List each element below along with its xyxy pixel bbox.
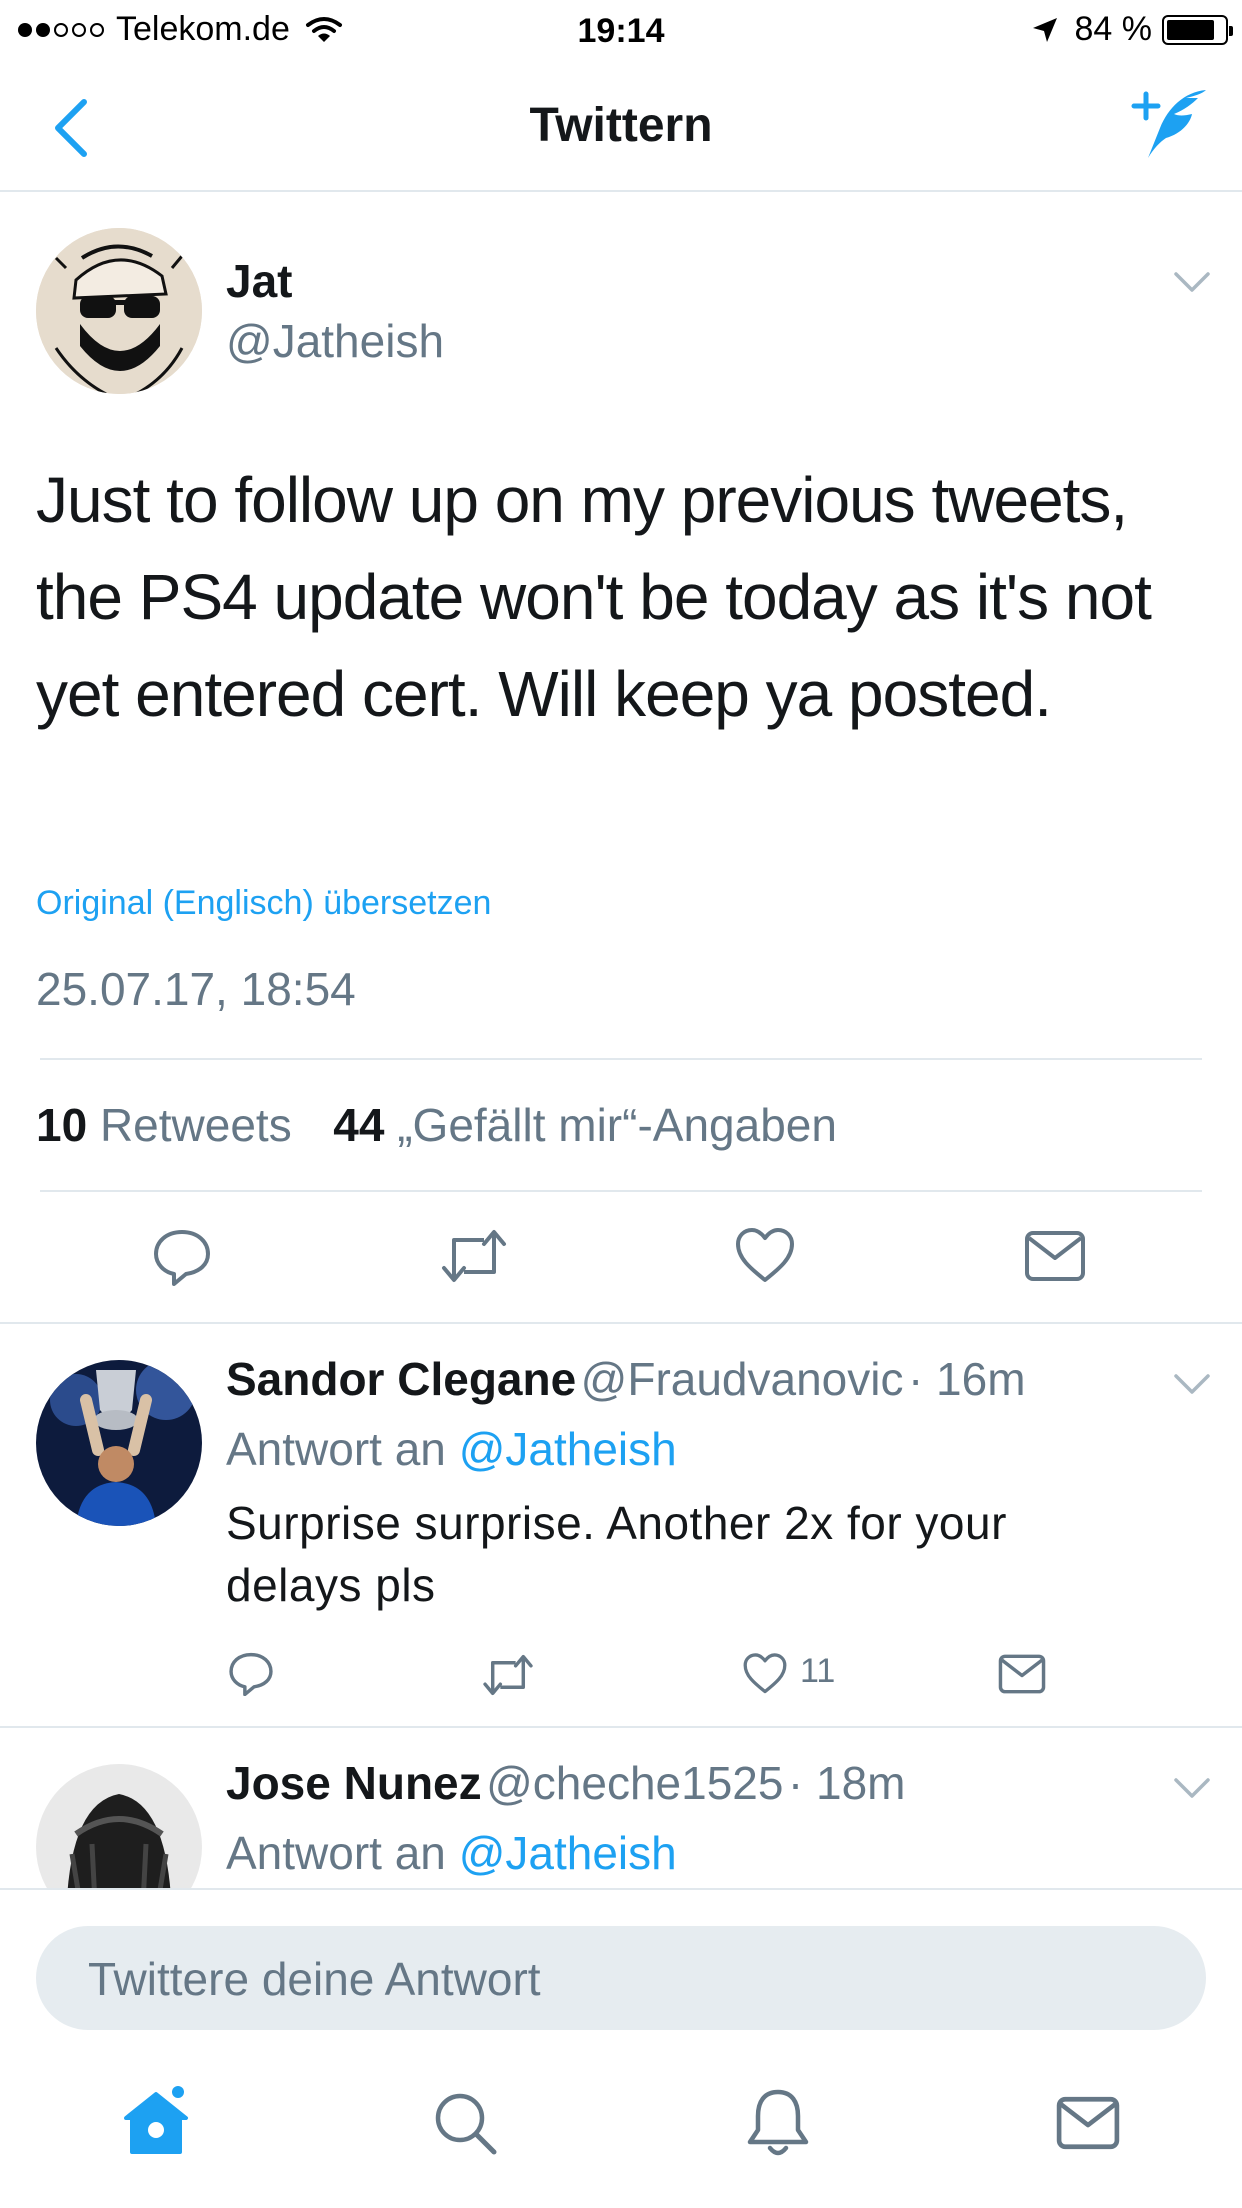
- bottom-area: Twittere deine Antwort: [0, 1888, 1242, 2208]
- chevron-down-icon[interactable]: [1172, 270, 1212, 294]
- reply-header: Jose Nunez @cheche1525 · 18m: [226, 1756, 906, 1810]
- chevron-down-icon[interactable]: [1172, 1372, 1212, 1396]
- avatar-photo: [36, 1360, 202, 1526]
- navigation-bar: Twittern: [0, 60, 1242, 192]
- location-arrow-icon: [1032, 17, 1057, 42]
- status-bar: Telekom.de 19:14 84 %: [0, 0, 1242, 60]
- reply-time: · 16m: [907, 1353, 1026, 1405]
- messages-envelope-icon[interactable]: [1056, 2096, 1120, 2150]
- reply-context: Antwort an @Jatheish: [226, 1422, 677, 1476]
- retweet-count: 10: [36, 1099, 88, 1151]
- like-stat[interactable]: 44 „Gefällt mir“-Angaben: [333, 1099, 837, 1151]
- avatar[interactable]: [36, 1360, 202, 1526]
- reply-prefix: Antwort an: [226, 1423, 446, 1475]
- translate-link[interactable]: Original (Englisch) übersetzen: [36, 884, 491, 923]
- reply-header: Sandor Clegane @Fraudvanovic · 16m: [226, 1352, 1026, 1406]
- reply-author-name[interactable]: Sandor Clegane: [226, 1353, 576, 1405]
- section-divider: [0, 1322, 1242, 1324]
- reply-context: Antwort an @Jatheish: [226, 1826, 677, 1880]
- like-heart-icon[interactable]: [734, 1226, 796, 1286]
- composer-placeholder: Twittere deine Antwort: [88, 1953, 541, 2005]
- notifications-bell-icon[interactable]: [746, 2086, 810, 2158]
- reply-author-handle[interactable]: @cheche1525: [486, 1757, 783, 1809]
- reply-time: · 18m: [787, 1757, 906, 1809]
- tweet-timestamp: 25.07.17, 18:54: [36, 963, 356, 1015]
- status-right: 84 %: [1031, 10, 1233, 49]
- compose-tweet-icon[interactable]: [1130, 84, 1210, 164]
- reply-author-handle[interactable]: @Fraudvanovic: [581, 1353, 904, 1405]
- reply-icon[interactable]: [228, 1650, 274, 1696]
- search-icon[interactable]: [432, 2090, 498, 2156]
- battery-percentage: 84 %: [1074, 10, 1153, 48]
- reply-to-mention[interactable]: @Jatheish: [459, 1423, 677, 1475]
- reply-author-name[interactable]: Jose Nunez: [226, 1757, 482, 1809]
- divider: [40, 1190, 1202, 1192]
- tweet-text: Just to follow up on my previous tweets,…: [36, 464, 1152, 730]
- author-name[interactable]: Jat: [226, 254, 292, 308]
- section-divider: [0, 1726, 1242, 1728]
- direct-message-icon[interactable]: [998, 1654, 1046, 1694]
- like-heart-icon[interactable]: [742, 1652, 788, 1696]
- home-icon[interactable]: [120, 2086, 192, 2158]
- reply-prefix: Antwort an: [226, 1827, 446, 1879]
- reply-icon[interactable]: [152, 1226, 212, 1286]
- reply-to-mention[interactable]: @Jatheish: [459, 1827, 677, 1879]
- retweet-icon[interactable]: [482, 1652, 534, 1698]
- chevron-down-icon[interactable]: [1172, 1776, 1212, 1800]
- reply-like-count: 11: [800, 1652, 836, 1690]
- reply-text: Surprise surprise. Another 2x for your d…: [226, 1497, 1007, 1611]
- direct-message-icon[interactable]: [1024, 1230, 1086, 1282]
- page-title: Twittern: [529, 99, 713, 152]
- retweet-icon[interactable]: [440, 1226, 508, 1286]
- avatar-illustration: [36, 228, 202, 394]
- author-handle[interactable]: @Jatheish: [226, 314, 444, 368]
- battery-icon: [1162, 14, 1233, 45]
- retweet-stat[interactable]: 10 Retweets: [36, 1099, 292, 1151]
- reply-composer[interactable]: Twittere deine Antwort: [36, 1926, 1206, 2030]
- avatar[interactable]: [36, 228, 202, 394]
- tweet-stats: 10 Retweets 44 „Gefällt mir“-Angaben: [36, 1098, 837, 1152]
- retweet-label: Retweets: [99, 1099, 292, 1151]
- like-label: „Gefällt mir“-Angaben: [397, 1099, 837, 1151]
- like-count: 44: [333, 1099, 385, 1151]
- divider: [40, 1058, 1202, 1060]
